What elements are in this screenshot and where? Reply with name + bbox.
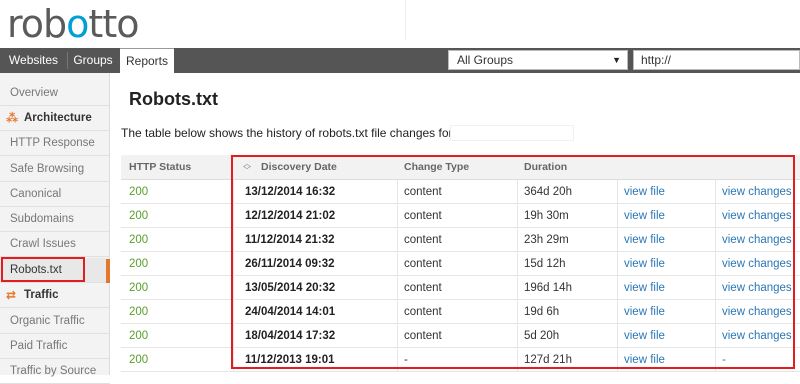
sidebar-item-traffic-by-source[interactable]: Traffic by Source: [0, 359, 110, 384]
url-input[interactable]: http://: [633, 50, 800, 70]
top-bar: rob o tto: [0, 0, 800, 48]
active-indicator: [106, 259, 110, 283]
sidebar-item-http-response[interactable]: HTTP Response: [0, 131, 110, 156]
tab-groups[interactable]: Groups: [68, 48, 118, 73]
status-cell: 200: [129, 234, 149, 246]
status-cell: 200: [129, 282, 149, 294]
highlight-box-sidebar: [1, 257, 85, 282]
arrows-icon: ⇄: [6, 288, 17, 302]
status-cell: 200: [129, 258, 149, 270]
sidebar-section-label: Architecture: [24, 112, 92, 124]
tab-websites[interactable]: Websites: [0, 48, 67, 73]
sidebar-item-paid-traffic[interactable]: Paid Traffic: [0, 334, 110, 359]
highlight-box-table: [231, 155, 795, 369]
status-cell: 200: [129, 306, 149, 318]
sidebar-section-label: Traffic: [24, 289, 59, 301]
sidebar-item-crawl-issues[interactable]: Crawl Issues: [0, 232, 110, 257]
group-select[interactable]: All Groups ▼: [448, 50, 628, 70]
sidebar-item-overview[interactable]: Overview: [0, 81, 110, 106]
logo-text-post: tto: [88, 2, 139, 46]
status-cell: 200: [129, 210, 149, 222]
tab-reports[interactable]: Reports: [120, 48, 174, 73]
page-description: The table below shows the history of rob…: [121, 126, 483, 140]
sidebar-section-traffic: ⇄ Traffic: [0, 283, 110, 308]
caret-down-icon: ▼: [612, 55, 621, 65]
logo-text-oo: o: [66, 2, 89, 46]
sidebar-item-organic-traffic[interactable]: Organic Traffic: [0, 309, 110, 334]
column-header-http-status[interactable]: HTTP Status: [129, 155, 191, 180]
sitemap-icon: ⁂: [6, 111, 19, 125]
status-cell: 200: [129, 354, 149, 366]
sidebar-item-canonical[interactable]: Canonical: [0, 182, 110, 207]
status-cell: 200: [129, 330, 149, 342]
logo[interactable]: rob o tto: [7, 2, 139, 46]
sidebar: Overview ⁂ Architecture HTTP Response Sa…: [0, 73, 110, 384]
header-blank-area: [405, 0, 800, 40]
sidebar-item-safe-browsing[interactable]: Safe Browsing: [0, 157, 110, 182]
page-title: Robots.txt: [129, 89, 218, 109]
status-cell: 200: [129, 186, 149, 198]
redacted-url: [450, 125, 574, 141]
logo-text-pre: rob: [7, 2, 67, 46]
group-select-value: All Groups: [457, 53, 514, 67]
sidebar-item-subdomains[interactable]: Subdomains: [0, 207, 110, 232]
sidebar-section-architecture: ⁂ Architecture: [0, 106, 110, 131]
